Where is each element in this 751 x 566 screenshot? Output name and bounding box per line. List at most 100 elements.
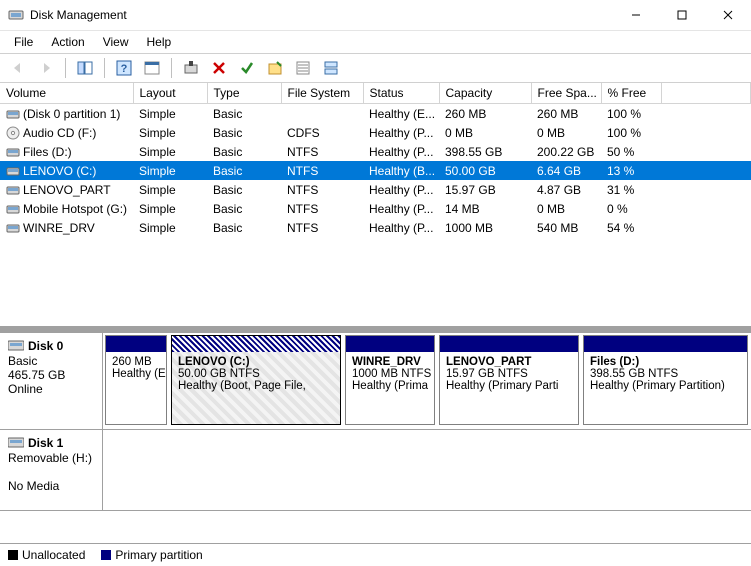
cell-fs: NTFS (281, 142, 363, 161)
cell-layout: Simple (133, 104, 207, 124)
close-button[interactable] (705, 0, 751, 30)
menu-action[interactable]: Action (43, 33, 92, 51)
graphical-view[interactable]: Disk 0Basic465.75 GBOnline260 MBHealthy … (0, 327, 751, 543)
show-hide-console-tree-icon[interactable] (73, 56, 97, 80)
cell-status: Healthy (P... (363, 218, 439, 237)
cell-pct: 100 % (601, 104, 661, 124)
partition-bar (584, 336, 747, 352)
legend-unallocated: Unallocated (8, 548, 85, 562)
list-view-icon[interactable] (291, 56, 315, 80)
cell-fs: NTFS (281, 218, 363, 237)
cell-status: Healthy (E... (363, 104, 439, 124)
minimize-button[interactable] (613, 0, 659, 30)
partition-name: WINRE_DRV (352, 356, 428, 368)
menu-view[interactable]: View (95, 33, 137, 51)
cell-layout: Simple (133, 199, 207, 218)
settings-icon[interactable] (140, 56, 164, 80)
partition-name: LENOVO (C:) (178, 356, 334, 368)
table-row[interactable]: WINRE_DRVSimpleBasicNTFSHealthy (P...100… (0, 218, 751, 237)
cell-status: Healthy (P... (363, 142, 439, 161)
col-pct[interactable]: % Free (601, 83, 661, 104)
col-type[interactable]: Type (207, 83, 281, 104)
cell-free: 6.64 GB (531, 161, 601, 180)
col-volume[interactable]: Volume (0, 83, 133, 104)
cell-type: Basic (207, 142, 281, 161)
forward-button[interactable] (34, 56, 58, 80)
delete-icon[interactable] (207, 56, 231, 80)
partition[interactable]: LENOVO (C:)50.00 GB NTFSHealthy (Boot, P… (171, 335, 341, 425)
volume-icon (6, 221, 20, 235)
toolbar: ? (0, 53, 751, 83)
explore-icon[interactable] (179, 56, 203, 80)
window-title: Disk Management (30, 8, 613, 22)
app-icon (8, 7, 24, 23)
table-row[interactable]: LENOVO (C:)SimpleBasicNTFSHealthy (B...5… (0, 161, 751, 180)
cell-fs: NTFS (281, 199, 363, 218)
disk-type: Basic (8, 354, 94, 368)
partition-bar (172, 336, 340, 352)
col-capacity[interactable]: Capacity (439, 83, 531, 104)
disk-row[interactable]: Disk 0Basic465.75 GBOnline260 MBHealthy … (0, 333, 751, 430)
cell-type: Basic (207, 161, 281, 180)
svg-text:?: ? (121, 63, 128, 75)
volume-icon (6, 126, 20, 140)
toolbar-sep (65, 58, 66, 78)
disk-state: Online (8, 382, 94, 396)
disk-label[interactable]: Disk 0Basic465.75 GBOnline (0, 333, 103, 429)
partition[interactable]: WINRE_DRV1000 MB NTFSHealthy (Prima (345, 335, 435, 425)
table-row[interactable]: LENOVO_PARTSimpleBasicNTFSHealthy (P...1… (0, 180, 751, 199)
cell-pct: 13 % (601, 161, 661, 180)
col-layout[interactable]: Layout (133, 83, 207, 104)
volume-name: LENOVO (C:) (23, 164, 96, 178)
partition-bar (106, 336, 166, 352)
disk-row[interactable]: Disk 1Removable (H:)No Media (0, 430, 751, 511)
table-row[interactable]: (Disk 0 partition 1)SimpleBasicHealthy (… (0, 104, 751, 124)
cell-free: 540 MB (531, 218, 601, 237)
col-spare (661, 83, 751, 104)
volume-name: Files (D:) (23, 145, 72, 159)
col-status[interactable]: Status (363, 83, 439, 104)
volume-name: WINRE_DRV (23, 221, 95, 235)
swatch-black-icon (8, 550, 18, 560)
disk-partitions: 260 MBHealthy (EFLENOVO (C:)50.00 GB NTF… (103, 333, 751, 429)
table-row[interactable]: Files (D:)SimpleBasicNTFSHealthy (P...39… (0, 142, 751, 161)
partition[interactable]: LENOVO_PART15.97 GB NTFSHealthy (Primary… (439, 335, 579, 425)
partition-status: Healthy (Primary Parti (446, 380, 572, 392)
menu-file[interactable]: File (6, 33, 41, 51)
volume-icon (6, 183, 20, 197)
disk-size: 465.75 GB (8, 368, 94, 382)
wizard-icon[interactable] (263, 56, 287, 80)
partition[interactable]: Files (D:)398.55 GB NTFSHealthy (Primary… (583, 335, 748, 425)
cell-layout: Simple (133, 218, 207, 237)
table-row[interactable]: Mobile Hotspot (G:)SimpleBasicNTFSHealth… (0, 199, 751, 218)
cell-capacity: 50.00 GB (439, 161, 531, 180)
cell-layout: Simple (133, 142, 207, 161)
col-fs[interactable]: File System (281, 83, 363, 104)
disk-name: Disk 0 (28, 339, 63, 353)
cell-free: 0 MB (531, 123, 601, 142)
properties-check-icon[interactable] (235, 56, 259, 80)
help-icon[interactable]: ? (112, 56, 136, 80)
cell-type: Basic (207, 199, 281, 218)
cell-status: Healthy (P... (363, 123, 439, 142)
menu-help[interactable]: Help (139, 33, 180, 51)
cell-pct: 31 % (601, 180, 661, 199)
col-free[interactable]: Free Spa... (531, 83, 601, 104)
cell-status: Healthy (P... (363, 180, 439, 199)
swatch-navy-icon (101, 550, 111, 560)
partition-size: 398.55 GB NTFS (590, 368, 741, 380)
column-headers[interactable]: Volume Layout Type File System Status Ca… (0, 83, 751, 104)
partition[interactable]: 260 MBHealthy (EF (105, 335, 167, 425)
table-row[interactable]: Audio CD (F:)SimpleBasicCDFSHealthy (P..… (0, 123, 751, 142)
cell-fs: CDFS (281, 123, 363, 142)
cell-free: 4.87 GB (531, 180, 601, 199)
volume-list[interactable]: Volume Layout Type File System Status Ca… (0, 83, 751, 327)
partition-bar (440, 336, 578, 352)
top-bottom-view-icon[interactable] (319, 56, 343, 80)
cell-pct: 0 % (601, 199, 661, 218)
maximize-button[interactable] (659, 0, 705, 30)
back-button[interactable] (6, 56, 30, 80)
disk-label[interactable]: Disk 1Removable (H:)No Media (0, 430, 103, 510)
cell-free: 0 MB (531, 199, 601, 218)
disk-icon (8, 436, 24, 451)
